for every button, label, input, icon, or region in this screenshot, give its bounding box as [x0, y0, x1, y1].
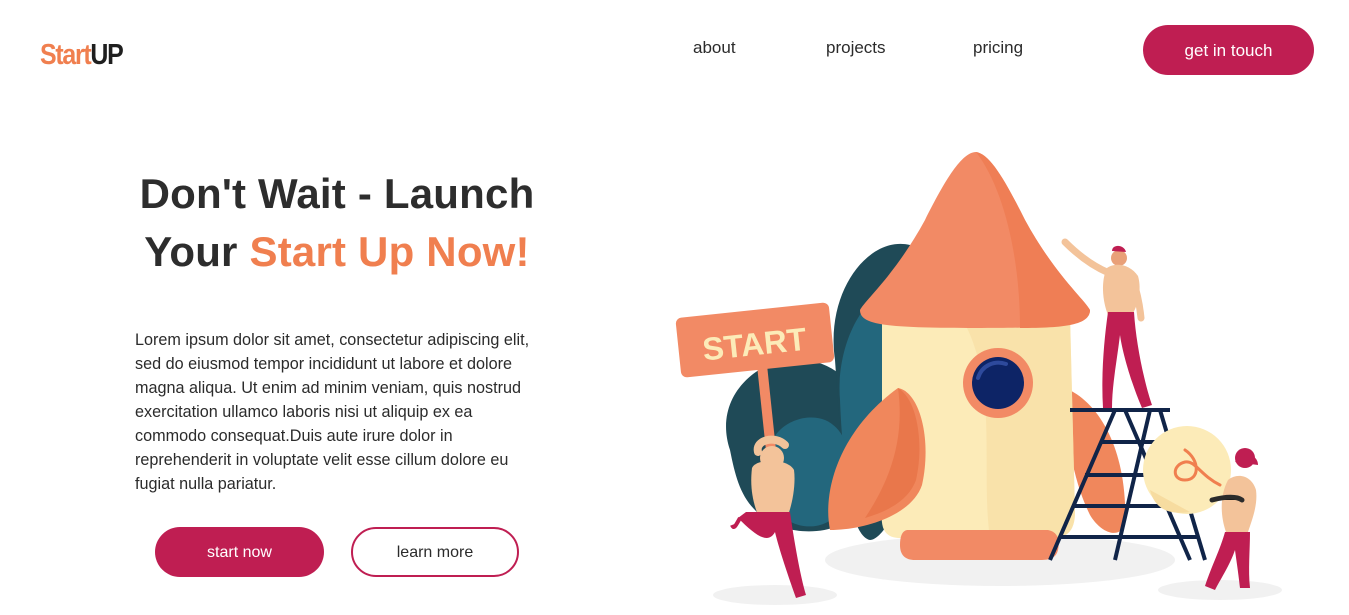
nav-projects[interactable]: projects: [826, 38, 886, 58]
hero-description: Lorem ipsum dolor sit amet, consectetur …: [135, 331, 530, 494]
rocket-illustration: START: [675, 152, 1282, 605]
nav-pricing[interactable]: pricing: [973, 38, 1023, 58]
headline-prefix: Your: [144, 228, 250, 275]
headline-line-2: Your Start Up Now!: [112, 223, 562, 281]
logo-part-up: UP: [90, 39, 123, 71]
headline-line-1: Don't Wait - Launch: [139, 170, 535, 217]
headline-highlight: Start Up Now!: [249, 228, 530, 275]
get-in-touch-button[interactable]: get in touch: [1143, 25, 1314, 75]
logo[interactable]: StartUP: [40, 36, 124, 74]
nav-about[interactable]: about: [693, 38, 736, 58]
learn-more-button[interactable]: learn more: [351, 527, 519, 577]
logo-part-start: Start: [40, 39, 92, 71]
hero-headline: Don't Wait - Launch Your Start Up Now!: [112, 165, 562, 281]
start-now-button[interactable]: start now: [155, 527, 324, 577]
